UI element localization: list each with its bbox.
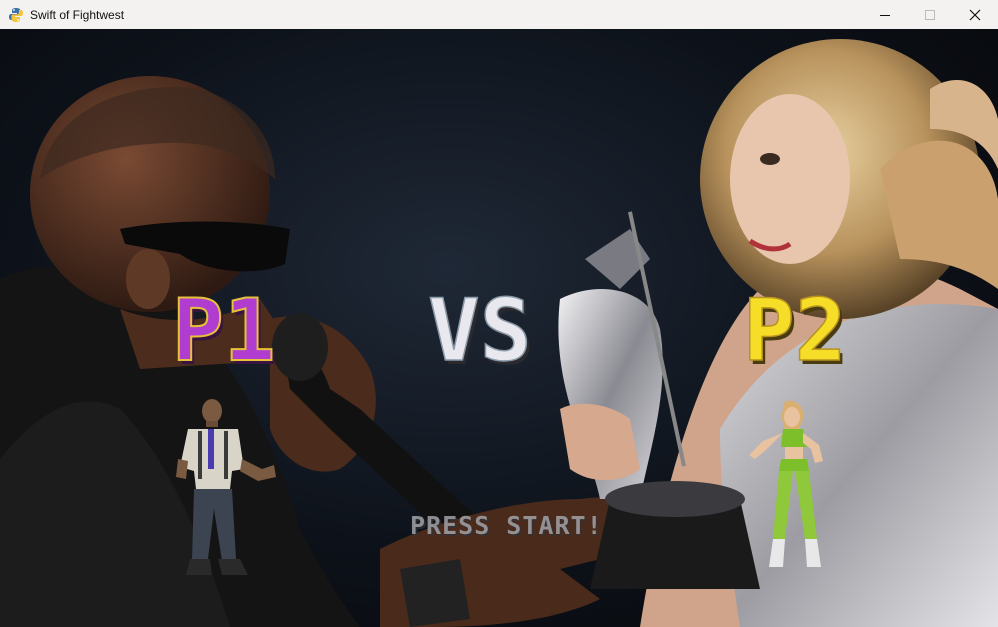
p1-label: P1 P1 xyxy=(172,284,279,374)
p2-character-sprite xyxy=(749,400,823,567)
close-button[interactable] xyxy=(952,0,998,29)
close-icon xyxy=(969,9,981,20)
game-screen[interactable]: P1 P1 VS VS P2 P2 PRESS START! xyxy=(0,29,998,627)
svg-text:P2: P2 xyxy=(743,284,847,374)
svg-text:P1: P1 xyxy=(172,284,276,374)
svg-text:VS: VS xyxy=(428,283,532,373)
window-titlebar[interactable]: Swift of Fightwest xyxy=(0,0,998,29)
window-title: Swift of Fightwest xyxy=(30,7,125,22)
python-icon xyxy=(9,7,23,22)
maximize-icon xyxy=(925,9,935,20)
minimize-icon xyxy=(880,14,890,16)
p2-label: P2 P2 xyxy=(743,284,850,374)
vs-label: VS VS xyxy=(428,283,535,373)
p1-character-sprite xyxy=(176,399,276,575)
maximize-button[interactable] xyxy=(907,0,953,29)
press-start-prompt: PRESS START! xyxy=(410,511,603,540)
minimize-button[interactable] xyxy=(862,0,908,29)
